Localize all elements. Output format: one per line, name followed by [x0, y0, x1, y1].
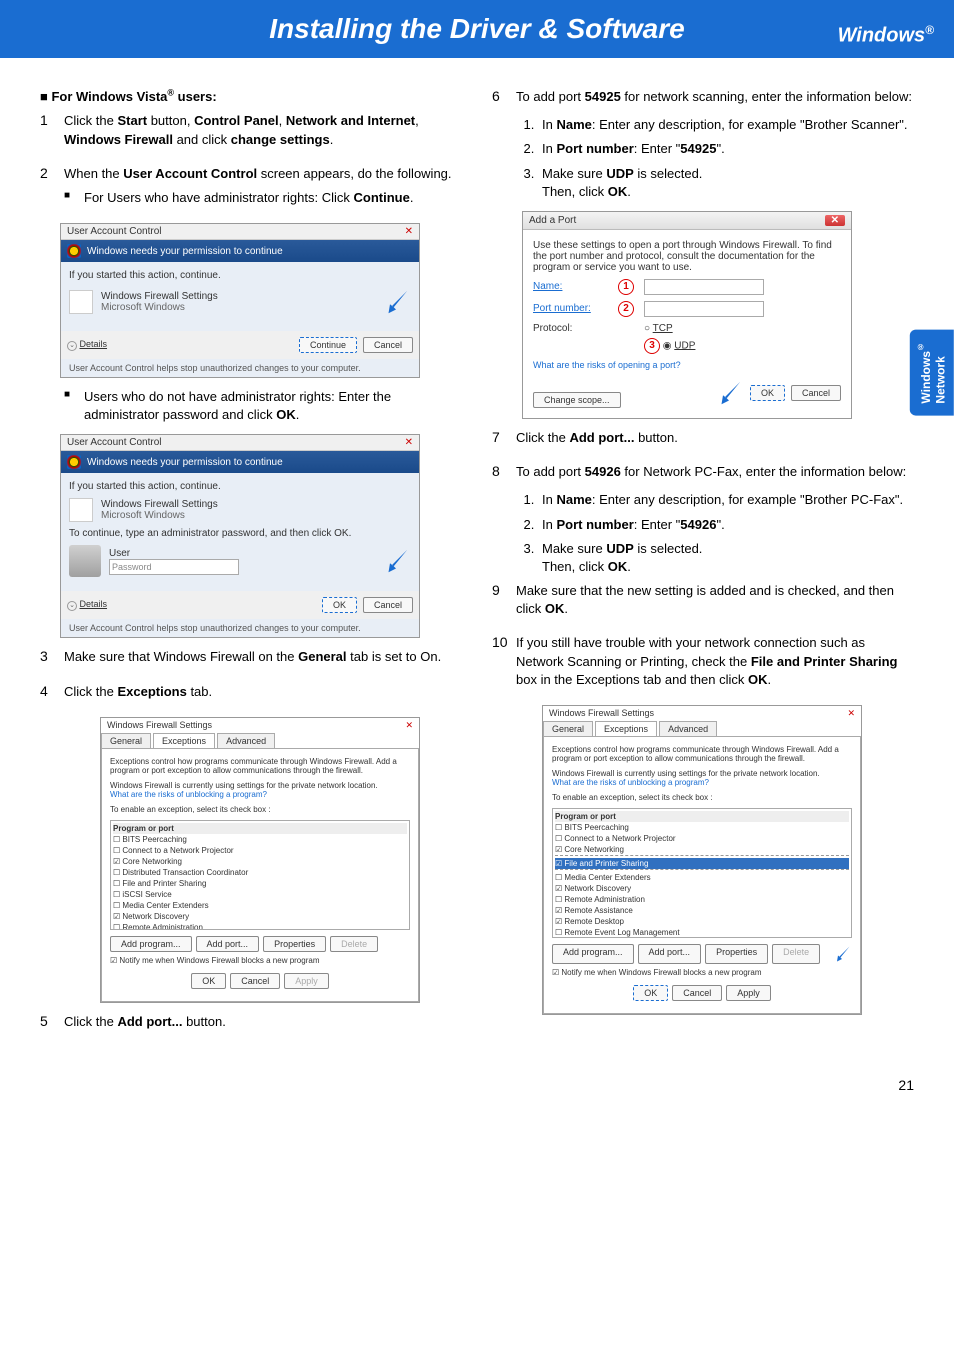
delete-button[interactable]: Delete [772, 944, 820, 964]
page-header: Installing the Driver & Software Windows… [0, 0, 954, 58]
risks-link[interactable]: What are the risks of unblocking a progr… [110, 790, 410, 799]
step-1: 1 Click the Start button, Control Panel,… [40, 112, 462, 148]
pointer-arrow-icon [832, 944, 852, 964]
apply-button[interactable]: Apply [284, 973, 329, 989]
add-port-button[interactable]: Add port... [196, 936, 260, 952]
user-icon [69, 545, 101, 577]
name-input[interactable] [644, 279, 764, 295]
close-icon[interactable]: ✕ [847, 708, 855, 719]
tcp-radio[interactable]: ○ [644, 323, 650, 334]
risks-link[interactable]: What are the risks of opening a port? [533, 360, 841, 370]
continue-button[interactable]: Continue [299, 337, 357, 353]
password-input[interactable]: Password [109, 559, 239, 575]
pointer-arrow-icon [714, 378, 744, 408]
ok-button[interactable]: OK [633, 985, 668, 1001]
content-columns: For Windows Vista® users: 1 Click the St… [0, 58, 954, 1067]
left-column: For Windows Vista® users: 1 Click the St… [40, 88, 462, 1047]
side-tab: Windows® Network [910, 330, 954, 416]
add-program-button[interactable]: Add program... [552, 944, 634, 964]
add-port-button[interactable]: Add port... [638, 944, 702, 964]
tab-exceptions[interactable]: Exceptions [595, 721, 657, 736]
chevron-down-icon[interactable]: ⌄ [67, 601, 77, 611]
callout-2: 2 [618, 301, 634, 317]
header-edition: Windows® [838, 23, 934, 48]
tab-advanced[interactable]: Advanced [659, 721, 717, 736]
change-scope-button[interactable]: Change scope... [533, 392, 621, 408]
exceptions-listbox[interactable]: Program or port ☐ BITS Peercaching ☐ Con… [552, 808, 852, 938]
cancel-button[interactable]: Cancel [672, 985, 722, 1001]
tab-exceptions[interactable]: Exceptions [153, 733, 215, 748]
ok-button[interactable]: OK [191, 973, 226, 989]
risks-link[interactable]: What are the risks of unblocking a progr… [552, 778, 852, 787]
vista-heading: For Windows Vista® users: [40, 88, 462, 104]
ok-button[interactable]: OK [750, 385, 785, 401]
step-5: 5 Click the Add port... button. [40, 1013, 462, 1031]
page-number: 21 [0, 1067, 954, 1123]
uac-screenshot-1: User Account Control✕ Windows needs your… [60, 223, 420, 378]
shield-icon [67, 455, 81, 469]
cancel-button[interactable]: Cancel [230, 973, 280, 989]
close-icon[interactable]: ✕ [405, 720, 413, 731]
page-title: Installing the Driver & Software [269, 13, 684, 45]
cancel-button[interactable]: Cancel [791, 385, 841, 401]
firewall-settings-screenshot-2: Windows Firewall Settings✕ General Excep… [542, 705, 862, 1015]
app-icon [69, 290, 93, 314]
close-icon[interactable]: ✕ [405, 437, 413, 448]
app-icon [69, 498, 93, 522]
ok-button[interactable]: OK [322, 597, 357, 613]
cancel-button[interactable]: Cancel [363, 597, 413, 613]
right-column: 6 To add port 54925 for network scanning… [492, 88, 914, 1047]
close-icon[interactable]: ✕ [825, 215, 845, 226]
pointer-arrow-icon [381, 546, 411, 576]
callout-1: 1 [618, 279, 634, 295]
properties-button[interactable]: Properties [705, 944, 768, 964]
tab-general[interactable]: General [101, 733, 151, 748]
pointer-arrow-icon [381, 287, 411, 317]
cancel-button[interactable]: Cancel [363, 337, 413, 353]
add-port-screenshot: Add a Port ✕ Use these settings to open … [522, 211, 852, 419]
step-10: 10 If you still have trouble with your n… [492, 634, 914, 689]
details-link[interactable]: Details [80, 599, 108, 609]
udp-radio[interactable]: ◉ [663, 340, 672, 351]
tab-advanced[interactable]: Advanced [217, 733, 275, 748]
step-2: 2 When the User Account Control screen a… [40, 165, 462, 207]
close-icon[interactable]: ✕ [405, 226, 413, 237]
step-8: 8 To add port 54926 for Network PC-Fax, … [492, 463, 914, 481]
properties-button[interactable]: Properties [263, 936, 326, 952]
step-4: 4 Click the Exceptions tab. [40, 683, 462, 701]
shield-icon [67, 244, 81, 258]
add-program-button[interactable]: Add program... [110, 936, 192, 952]
step-6: 6 To add port 54925 for network scanning… [492, 88, 914, 106]
step-9: 9 Make sure that the new setting is adde… [492, 582, 914, 618]
delete-button[interactable]: Delete [330, 936, 378, 952]
firewall-settings-screenshot-1: Windows Firewall Settings✕ General Excep… [100, 717, 420, 1003]
step-3: 3 Make sure that Windows Firewall on the… [40, 648, 462, 666]
port-input[interactable] [644, 301, 764, 317]
step-7: 7 Click the Add port... button. [492, 429, 914, 447]
exceptions-listbox[interactable]: Program or port ☐ BITS Peercaching ☐ Con… [110, 820, 410, 930]
tab-general[interactable]: General [543, 721, 593, 736]
chevron-down-icon[interactable]: ⌄ [67, 341, 77, 351]
details-link[interactable]: Details [80, 339, 108, 349]
uac-screenshot-2: User Account Control✕ Windows needs your… [60, 434, 420, 638]
apply-button[interactable]: Apply [726, 985, 771, 1001]
callout-3: 3 [644, 338, 660, 354]
